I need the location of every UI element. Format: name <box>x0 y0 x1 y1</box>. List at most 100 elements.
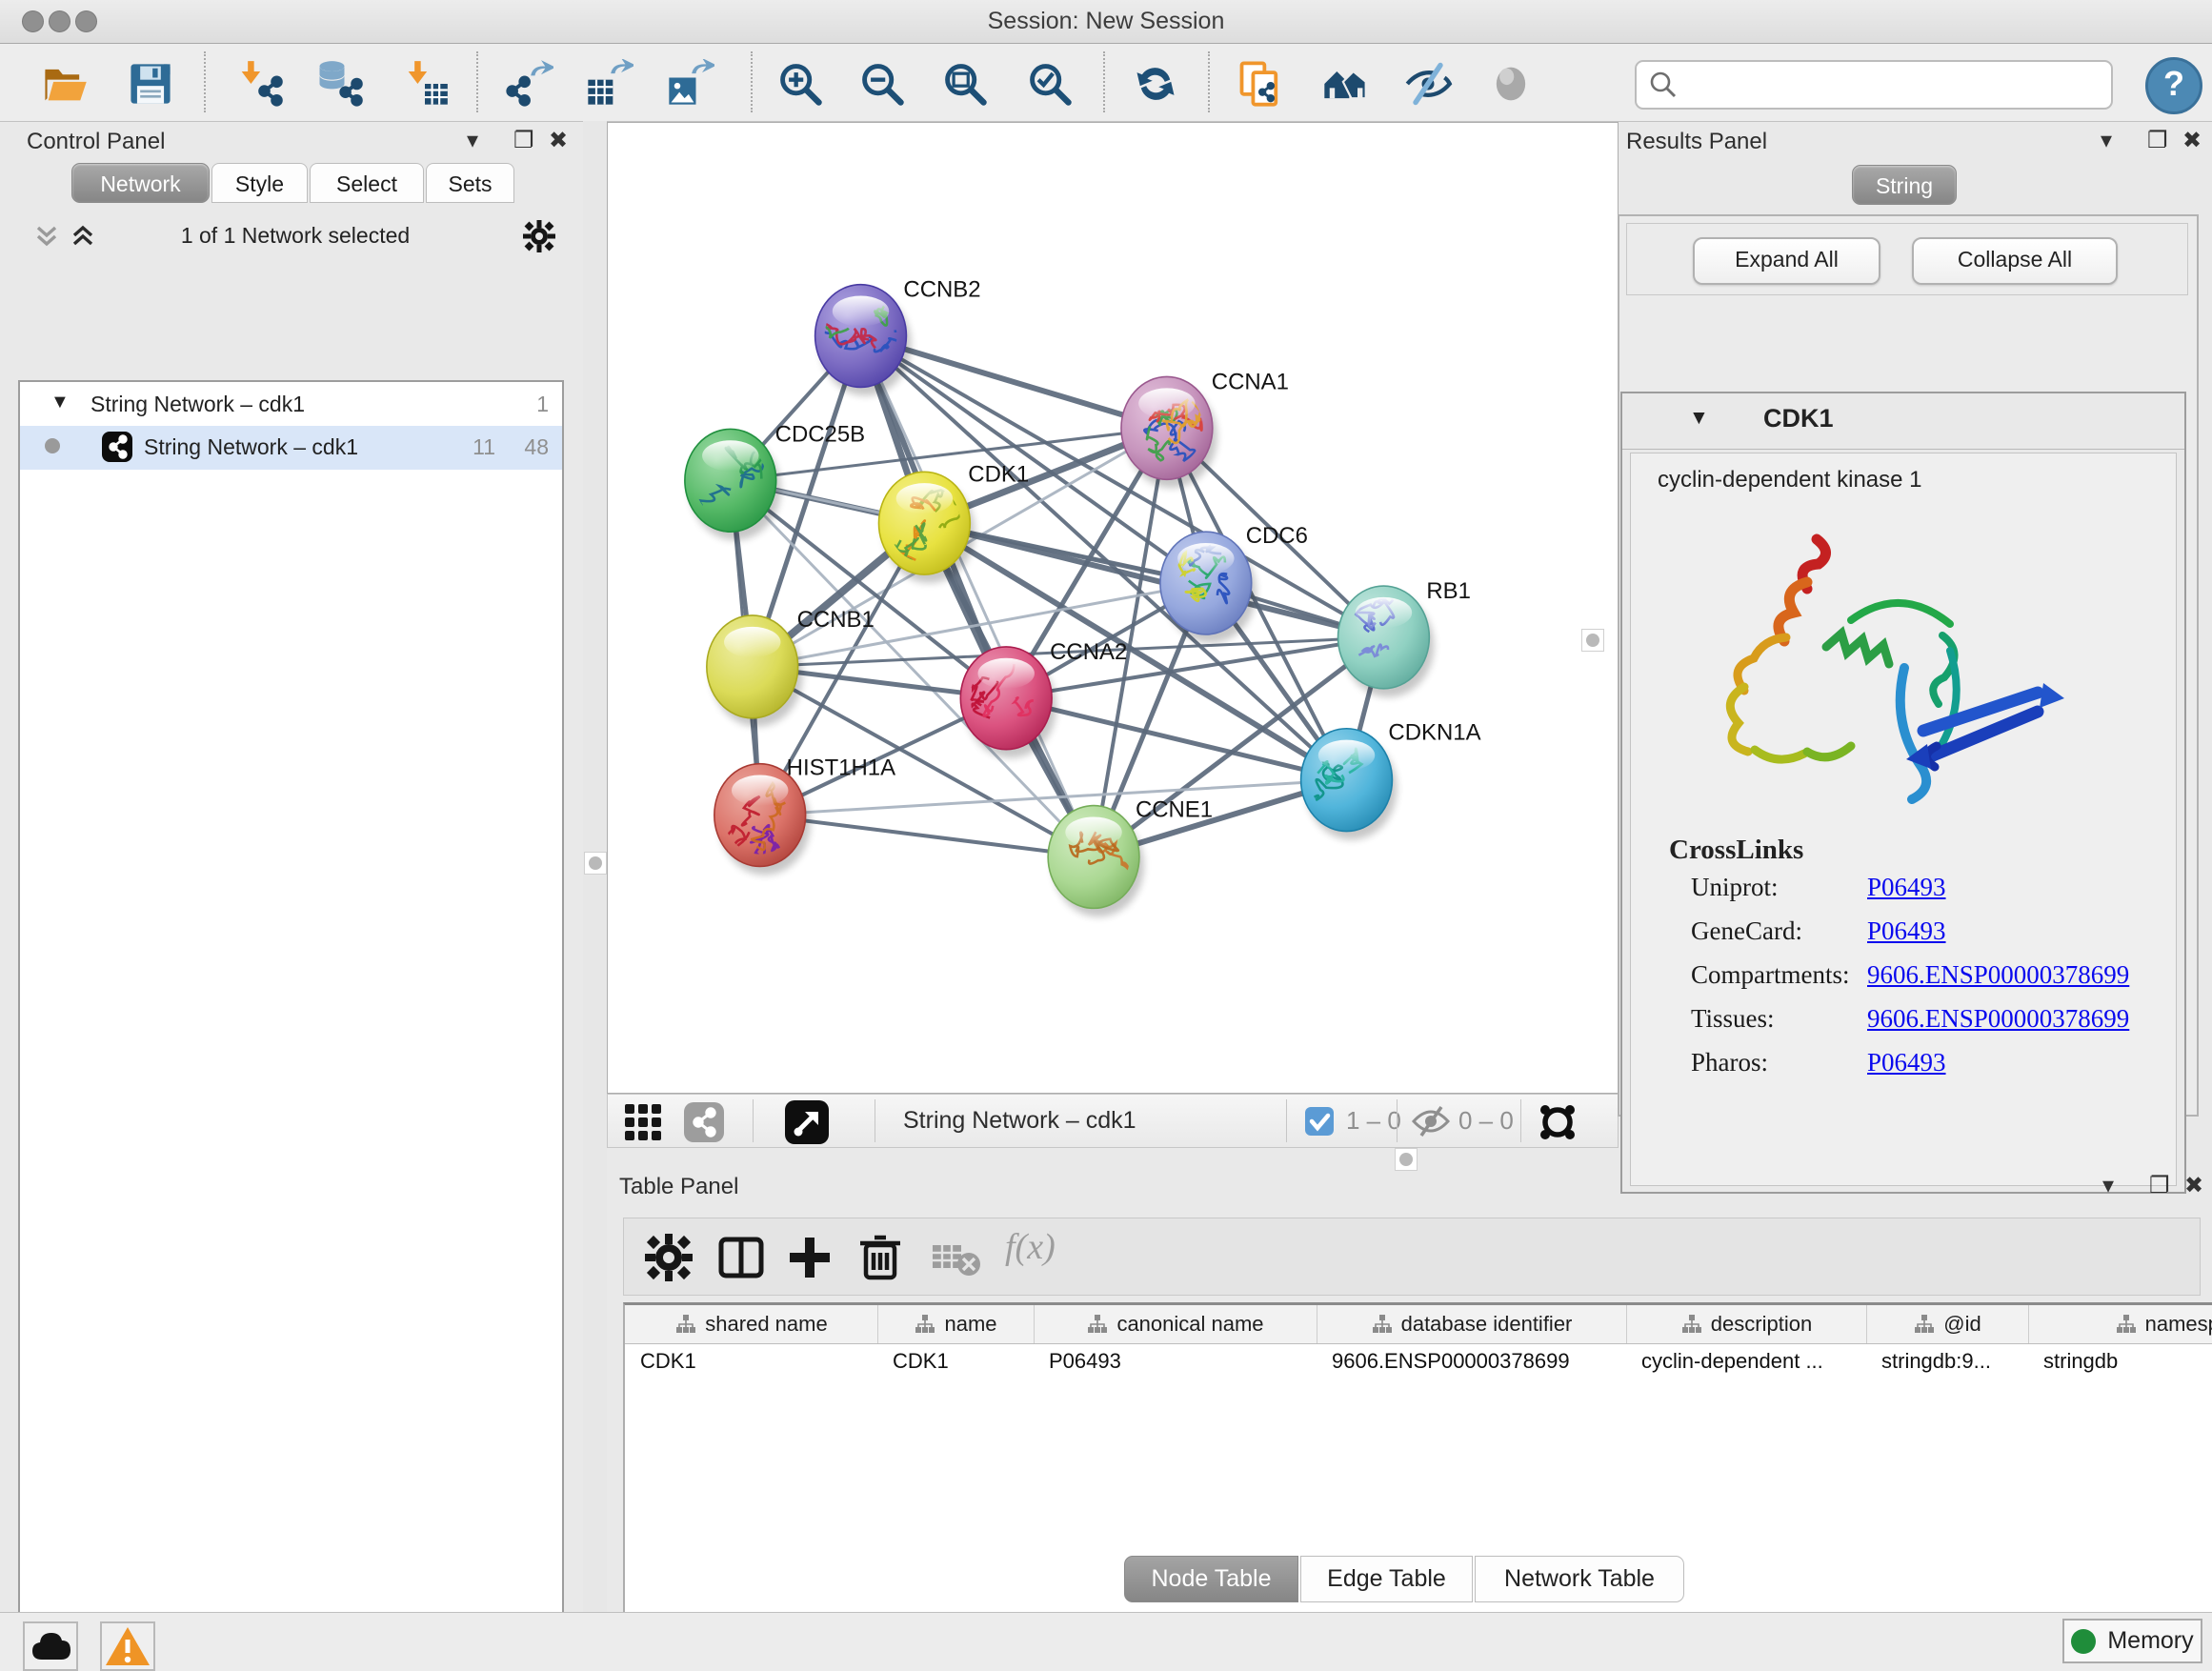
tab-node-table[interactable]: Node Table <box>1124 1556 1298 1602</box>
memory-button[interactable]: Memory <box>2062 1619 2202 1663</box>
birds-eye-view-icon[interactable] <box>785 1100 829 1144</box>
column-header-name[interactable]: name <box>877 1305 1035 1343</box>
expand-all-button[interactable]: Expand All <box>1693 237 1880 285</box>
gene-description: cyclin-dependent kinase 1 <box>1658 467 1922 493</box>
right-splitter-handle[interactable] <box>1581 629 1604 652</box>
save-session-icon[interactable] <box>126 59 175 109</box>
tab-edge-table[interactable]: Edge Table <box>1300 1556 1473 1602</box>
refresh-icon[interactable] <box>1131 59 1180 109</box>
network-collection-row[interactable]: ▼ String Network – cdk1 1 <box>20 384 562 428</box>
crosslink-link[interactable]: P06493 <box>1867 873 1946 902</box>
warnings-button[interactable] <box>100 1621 155 1671</box>
network-node-HIST1H1A[interactable]: HIST1H1A <box>714 755 895 876</box>
gene-card-header[interactable]: ▼ CDK1 <box>1622 393 2184 450</box>
tab-style[interactable]: Style <box>211 163 308 203</box>
bottom-splitter-handle[interactable] <box>1395 1148 1418 1171</box>
network-view-share-icon[interactable] <box>684 1102 724 1142</box>
float-menu-icon[interactable]: ▾ <box>2102 1172 2114 1200</box>
network-edge-count: 48 <box>524 434 549 460</box>
show-columns-icon[interactable] <box>715 1232 767 1283</box>
column-label: @id <box>1943 1312 1981 1337</box>
zoom-fit-icon[interactable] <box>940 59 990 109</box>
network-node-CDKN1A[interactable]: CDKN1A <box>1300 720 1480 840</box>
network-edge-CDK1-RB1[interactable] <box>924 523 1383 637</box>
expand-all-tree-icon[interactable] <box>69 222 97 251</box>
zoom-in-icon[interactable] <box>775 59 825 109</box>
tree-expander-icon[interactable]: ▼ <box>50 392 70 413</box>
hide-selected-icon[interactable] <box>1403 59 1453 109</box>
network-node-CDC25B[interactable]: CDC25B <box>685 421 865 540</box>
left-splitter-handle[interactable] <box>584 852 607 875</box>
help-icon[interactable]: ? <box>2145 57 2202 114</box>
network-node-CCNB1[interactable]: CCNB1 <box>707 607 875 727</box>
delete-column-icon[interactable] <box>855 1232 906 1283</box>
clone-network-icon[interactable] <box>1236 59 1285 109</box>
network-node-RB1[interactable]: RB1 <box>1338 578 1471 697</box>
open-session-icon[interactable] <box>40 59 90 109</box>
zoom-selected-icon[interactable] <box>1025 59 1075 109</box>
tab-network[interactable]: Network <box>71 163 210 203</box>
close-panel-icon[interactable]: ✖ <box>2184 1172 2203 1200</box>
table-cell[interactable]: cyclin-dependent ... <box>1626 1349 1866 1374</box>
table-cell[interactable]: P06493 <box>1034 1349 1317 1374</box>
import-network-database-icon[interactable] <box>313 59 363 109</box>
network-node-CDC6[interactable]: CDC6 <box>1160 523 1308 643</box>
close-panel-icon[interactable]: ✖ <box>2182 127 2202 155</box>
float-menu-icon[interactable]: ▾ <box>2101 127 2112 155</box>
selected-nodes-checkbox-icon[interactable] <box>1305 1107 1334 1136</box>
network-node-CCNA1[interactable]: CCNA1 <box>1121 369 1289 488</box>
zoom-out-icon[interactable] <box>857 59 907 109</box>
collapse-all-button[interactable]: Collapse All <box>1912 237 2118 285</box>
delete-table-icon <box>931 1232 982 1283</box>
network-canvas[interactable]: CCNB2 CCNA1 CDC25BCDK1 CDC6 RB1 CCNB1 CCNA2 CDK… <box>607 122 1619 1094</box>
tab-string[interactable]: String <box>1852 165 1957 205</box>
import-network-file-icon[interactable] <box>233 59 283 109</box>
column-header-namespace[interactable]: namespace <box>2028 1305 2212 1343</box>
toolbar-separator <box>751 51 753 112</box>
collapse-section-icon[interactable]: ▼ <box>1689 407 1709 430</box>
network-node-CCNB2[interactable]: CCNB2 <box>814 277 980 396</box>
table-cell[interactable]: stringdb <box>2028 1349 2212 1374</box>
network-edge-CCNB2-CCNE1[interactable] <box>861 336 1095 857</box>
tab-select[interactable]: Select <box>310 163 424 203</box>
column-header-database-identifier[interactable]: database identifier <box>1317 1305 1627 1343</box>
close-panel-icon[interactable]: ✖ <box>549 127 568 155</box>
table-cell[interactable]: CDK1 <box>877 1349 1034 1374</box>
float-panel-icon[interactable]: ❐ <box>513 127 534 155</box>
crosslink-link[interactable]: 9606.ENSP00000378699 <box>1867 960 2129 990</box>
float-panel-icon[interactable]: ❐ <box>2147 127 2168 155</box>
search-input[interactable] <box>1688 66 2101 102</box>
first-neighbors-icon[interactable] <box>1320 59 1370 109</box>
network-node-CCNA2[interactable]: CCNA2 <box>960 639 1127 758</box>
crosslink-link[interactable]: 9606.ENSP00000378699 <box>1867 1004 2129 1034</box>
crosslink-row: Tissues: 9606.ENSP00000378699 <box>1631 1004 2176 1048</box>
table-cell[interactable]: 9606.ENSP00000378699 <box>1317 1349 1626 1374</box>
export-image-icon[interactable] <box>665 59 714 109</box>
export-table-icon[interactable] <box>584 59 633 109</box>
grid-view-icon[interactable] <box>623 1102 663 1142</box>
table-cell[interactable]: CDK1 <box>625 1349 877 1374</box>
add-column-icon[interactable] <box>784 1232 835 1283</box>
float-menu-icon[interactable]: ▾ <box>467 127 478 155</box>
network-row-selected[interactable]: String Network – cdk1 11 48 <box>20 426 562 470</box>
column-header--id[interactable]: @id <box>1866 1305 2029 1343</box>
import-table-file-icon[interactable] <box>400 59 450 109</box>
crosslink-link[interactable]: P06493 <box>1867 1048 1946 1077</box>
table-cell[interactable]: stringdb:9... <box>1866 1349 2028 1374</box>
network-options-gear-icon[interactable] <box>522 219 556 253</box>
network-node-CDK1[interactable]: CDK1 <box>878 461 1029 583</box>
network-node-CCNE1[interactable]: CCNE1 <box>1048 797 1213 917</box>
show-all-icon[interactable] <box>1486 59 1536 109</box>
cloud-status-button[interactable] <box>23 1621 78 1671</box>
crosslink-link[interactable]: P06493 <box>1867 916 1946 946</box>
column-header-canonical-name[interactable]: canonical name <box>1034 1305 1317 1343</box>
navigate-crosshair-icon[interactable] <box>1535 1099 1580 1145</box>
table-options-gear-icon[interactable] <box>643 1232 694 1283</box>
column-header-shared-name[interactable]: shared name <box>625 1305 878 1343</box>
tab-sets[interactable]: Sets <box>426 163 514 203</box>
export-network-icon[interactable] <box>504 59 553 109</box>
float-panel-icon[interactable]: ❐ <box>2149 1172 2170 1200</box>
column-header-description[interactable]: description <box>1626 1305 1867 1343</box>
tab-network-table[interactable]: Network Table <box>1475 1556 1684 1602</box>
collapse-all-tree-icon[interactable] <box>32 222 61 251</box>
